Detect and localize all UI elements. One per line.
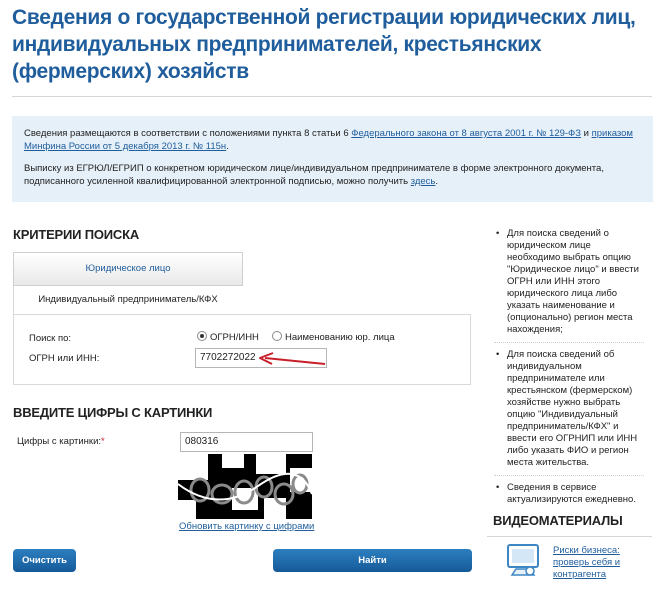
help-list: Для поиска сведений о юридическом лице н… (494, 228, 644, 518)
captcha-label-text: Цифры с картинки: (17, 436, 102, 447)
radio-ogrn-inn-label[interactable]: ОГРН/ИНН (210, 332, 259, 343)
help-item-update: Сведения в сервисе актуализируются ежедн… (494, 482, 644, 512)
search-criteria-heading: Критерии поиска (13, 227, 140, 242)
radio-org-name-label[interactable]: Наименованию юр. лица (285, 332, 395, 343)
info-text: . (226, 141, 229, 152)
captcha-noise-graphic (178, 454, 312, 519)
radio-org-name[interactable] (272, 331, 282, 341)
tab-individual-entrepreneur[interactable]: Индивидуальный предприниматель/КФХ (13, 287, 243, 313)
title-divider (12, 96, 652, 97)
info-text: и (581, 128, 592, 139)
radio-ogrn-inn[interactable] (197, 331, 207, 341)
clear-button[interactable]: Очистить (13, 549, 76, 572)
search-by-label: Поиск по: (29, 333, 72, 344)
captcha-input[interactable]: 080316 (180, 432, 313, 452)
video-heading: Видеоматериалы (493, 513, 623, 528)
captcha-image (178, 454, 312, 519)
info-text: Выписку из ЕГРЮЛ/ЕГРИП о конкретном юрид… (24, 163, 604, 187)
help-item-individual: Для поиска сведений об индивидуальном пр… (494, 349, 644, 476)
tab-legal-entity[interactable]: Юридическое лицо (13, 252, 243, 286)
info-notice: Сведения размещаются в соответствии с по… (12, 116, 653, 202)
captcha-heading: Введите цифры с картинки (13, 405, 213, 420)
find-button[interactable]: Найти (273, 549, 472, 572)
refresh-captcha-link[interactable]: Обновить картинку с цифрами (179, 521, 314, 532)
video-business-risks-link[interactable]: Риски бизнеса: проверь себя и контрагент… (553, 545, 643, 581)
ogrn-inn-label: ОГРН или ИНН: (29, 353, 100, 364)
arrow-annotation-icon (259, 352, 326, 365)
info-paragraph-law: Сведения размещаются в соответствии с по… (24, 127, 641, 153)
extract-here-link[interactable]: здесь (411, 176, 436, 187)
sidebar-divider (487, 536, 652, 537)
federal-law-link[interactable]: Федерального закона от 8 августа 2001 г.… (351, 128, 581, 139)
info-text: . (435, 176, 439, 187)
info-paragraph-extract: Выписку из ЕГРЮЛ/ЕГРИП о конкретном юрид… (24, 162, 641, 188)
required-mark: * (101, 436, 105, 447)
page-title: Сведения о государственной регистрации ю… (12, 6, 636, 83)
monitor-video-icon[interactable] (506, 543, 544, 577)
captcha-label: Цифры с картинки:* (17, 436, 105, 447)
info-text: Сведения размещаются в соответствии с по… (24, 128, 352, 139)
help-item-legal: Для поиска сведений о юридическом лице н… (494, 228, 644, 343)
